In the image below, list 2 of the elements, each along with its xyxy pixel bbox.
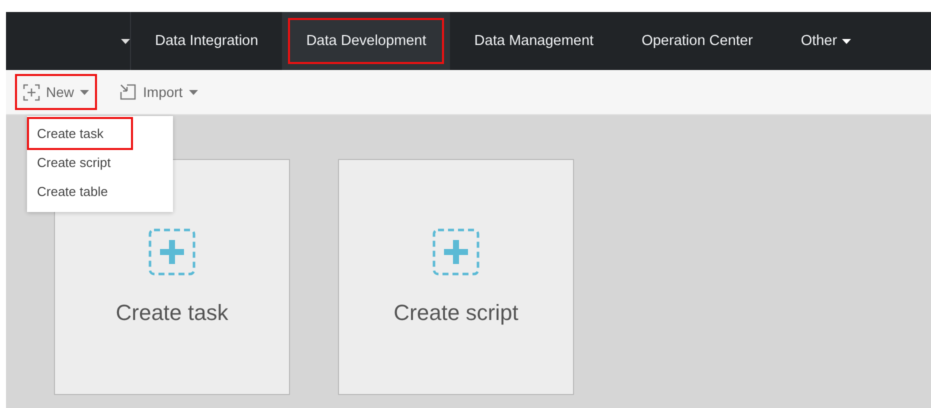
card-label: Create task — [116, 300, 228, 326]
card-label: Create script — [394, 300, 518, 326]
